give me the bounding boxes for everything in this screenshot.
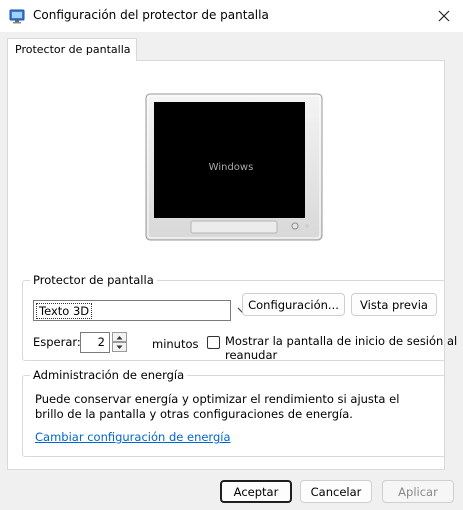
tab-panel: Windows Protector de pantalla Texto 3D C…	[7, 60, 457, 470]
preview-screen	[154, 102, 305, 218]
display-properties-icon	[9, 9, 25, 24]
screensaver-select[interactable]: Texto 3D	[33, 300, 231, 321]
power-group: Administración de energía Puede conserva…	[22, 368, 446, 457]
apply-button[interactable]: Aplicar	[382, 480, 454, 503]
minutes-label: minutos	[152, 337, 199, 351]
spin-down-icon	[116, 345, 123, 349]
wait-minutes-input[interactable]: 2	[80, 332, 110, 353]
resume-logon-checkbox[interactable]	[207, 336, 220, 349]
close-button[interactable]	[431, 4, 457, 28]
settings-button[interactable]: Configuración...	[242, 293, 345, 316]
spin-up-button[interactable]	[112, 332, 127, 342]
power-description-line2: brillo de la pantalla y otras configurac…	[35, 407, 353, 421]
spin-down-button[interactable]	[112, 342, 127, 352]
preview-screensaver-text: Windows	[209, 162, 254, 173]
title-bar: Configuración del protector de pantalla	[0, 0, 463, 32]
screensaver-group: Protector de pantalla Texto 3D Configura…	[22, 273, 457, 362]
spin-up-icon	[116, 335, 123, 339]
resume-logon-label-line2[interactable]: reanudar	[225, 348, 277, 362]
monitor-preview: Windows	[145, 93, 323, 241]
window-title: Configuración del protector de pantalla	[33, 8, 269, 22]
wait-label: Esperar:	[33, 335, 81, 349]
close-icon	[438, 10, 450, 22]
tab-screensaver[interactable]: Protector de pantalla	[7, 38, 137, 61]
change-power-settings-link[interactable]: Cambiar configuración de energía	[35, 430, 231, 444]
power-led-icon	[291, 222, 299, 230]
screensaver-select-value: Texto 3D	[36, 303, 93, 319]
preview-button[interactable]: Vista previa	[351, 293, 437, 316]
power-legend: Administración de energía	[30, 368, 188, 382]
resume-logon-label[interactable]: Mostrar la pantalla de inicio de sesión …	[225, 334, 457, 348]
accept-button[interactable]: Aceptar	[220, 480, 292, 503]
power-description-line1: Puede conservar energía y optimizar el r…	[35, 392, 400, 406]
screensaver-legend: Protector de pantalla	[30, 273, 157, 287]
cancel-button[interactable]: Cancelar	[300, 480, 372, 503]
